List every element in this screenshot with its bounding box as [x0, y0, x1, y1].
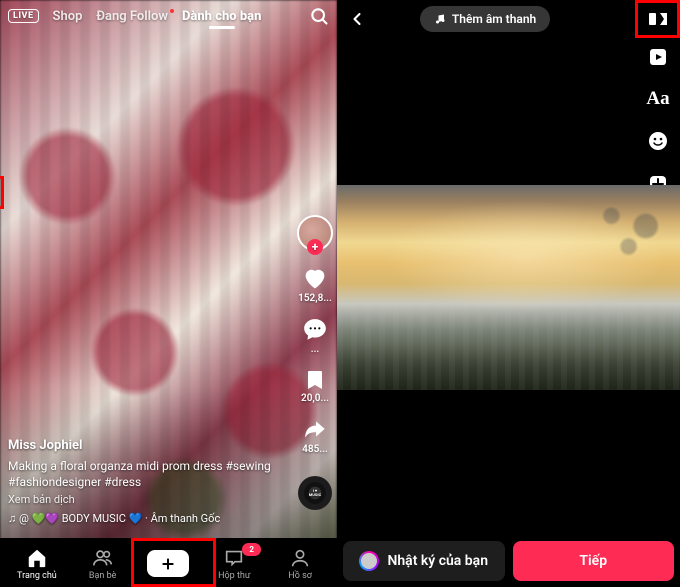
next-button[interactable]: Tiếp: [513, 541, 675, 581]
nav-friends[interactable]: Bạn bè: [70, 547, 136, 581]
save-count: 20,0...: [301, 393, 329, 404]
stickers-tool-icon[interactable]: [646, 129, 670, 153]
editor-screen: Thêm âm thanh Aa Nhật ký của bạn: [337, 0, 680, 587]
next-button-label: Tiếp: [579, 553, 607, 569]
your-story-label: Nhật ký của bạn: [387, 553, 488, 569]
nav-profile-label: Hồ sơ: [288, 571, 312, 581]
text-tool-icon[interactable]: Aa: [646, 88, 669, 110]
search-icon[interactable]: [309, 6, 329, 26]
sound-label[interactable]: ♫ @ 💚💜 BODY MUSIC 💙 · Âm thanh Gốc: [8, 512, 277, 527]
your-story-button[interactable]: Nhật ký của bạn: [343, 541, 505, 581]
nav-profile[interactable]: Hồ sơ: [267, 547, 333, 581]
feed-screen: LIVE Shop Đang Follow Dành cho bạn 152,8…: [0, 0, 337, 587]
live-badge[interactable]: LIVE: [8, 9, 39, 23]
story-ring-icon: [359, 551, 379, 571]
translate-link[interactable]: Xem bản dịch: [8, 493, 277, 508]
music-note-icon: [434, 13, 446, 25]
tab-for-you[interactable]: Dành cho bạn: [182, 9, 261, 24]
author-username[interactable]: Miss Jophiel: [8, 437, 277, 455]
editor-topbar: Thêm âm thanh: [337, 0, 680, 38]
share-button[interactable]: 485...: [302, 417, 328, 455]
templates-tool-icon[interactable]: [646, 45, 670, 69]
author-avatar[interactable]: [297, 215, 333, 251]
bottom-nav: Trang chủ Bạn bè Hộp thư Hồ sơ: [0, 538, 337, 587]
feed-caption: Miss Jophiel Making a floral organza mid…: [8, 437, 277, 527]
add-sound-label: Thêm âm thanh: [452, 12, 536, 26]
nav-home-label: Trang chủ: [17, 571, 57, 581]
share-count: 485...: [302, 444, 328, 455]
comment-count: ...: [311, 344, 320, 355]
nav-inbox-label: Hộp thư: [218, 571, 250, 581]
nav-inbox[interactable]: Hộp thư: [201, 547, 267, 581]
back-icon[interactable]: [347, 9, 367, 29]
media-preview[interactable]: [337, 185, 680, 390]
nav-home[interactable]: Trang chủ: [4, 547, 70, 581]
right-action-rail: 152,8... ... 20,0... 485...: [297, 215, 333, 510]
caption-text: Making a floral organza midi prom dress …: [8, 458, 277, 490]
create-button[interactable]: [147, 550, 189, 577]
tab-following[interactable]: Đang Follow: [96, 9, 168, 24]
like-count: 152,8...: [298, 293, 332, 304]
flip-tool-icon[interactable]: [646, 7, 670, 31]
comment-button[interactable]: ...: [302, 317, 328, 355]
like-button[interactable]: 152,8...: [298, 264, 332, 304]
add-sound-button[interactable]: Thêm âm thanh: [420, 6, 550, 32]
sound-disc[interactable]: [298, 476, 332, 510]
nav-create[interactable]: [136, 550, 202, 577]
tab-shop[interactable]: Shop: [53, 9, 83, 24]
nav-friends-label: Bạn bè: [89, 571, 117, 581]
save-button[interactable]: 20,0...: [301, 368, 329, 404]
top-tabs: LIVE Shop Đang Follow Dành cho bạn: [0, 6, 337, 26]
editor-footer: Nhật ký của bạn Tiếp: [337, 535, 680, 587]
